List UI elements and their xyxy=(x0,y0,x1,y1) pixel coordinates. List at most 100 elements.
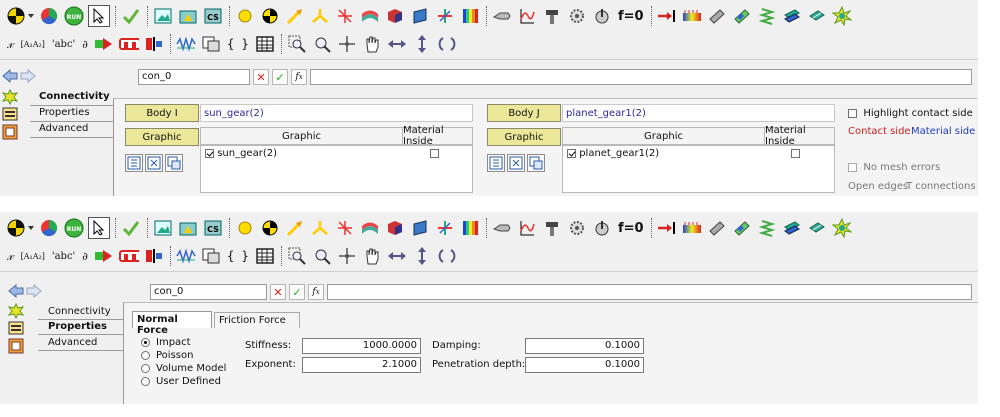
check-icon[interactable] xyxy=(121,218,141,238)
force-arrow-icon[interactable] xyxy=(657,218,677,238)
zoom-box-icon[interactable] xyxy=(287,34,307,54)
string-icon[interactable]: 'abc' xyxy=(51,34,76,54)
ruler-icon[interactable] xyxy=(682,218,702,238)
arrow-icon[interactable] xyxy=(285,6,305,26)
folder-icon[interactable] xyxy=(178,218,198,238)
waveform-icon[interactable] xyxy=(176,246,196,266)
radio-user-defined[interactable]: User Defined xyxy=(141,376,221,387)
star-icon[interactable] xyxy=(831,6,852,26)
color-wheel-icon[interactable] xyxy=(39,6,59,26)
back-arrow-icon[interactable] xyxy=(8,283,24,299)
pan-hand-icon[interactable] xyxy=(362,246,382,266)
radio-impact-indicator[interactable] xyxy=(141,337,150,347)
center-icon[interactable] xyxy=(337,34,357,54)
plane-icon[interactable] xyxy=(410,6,430,26)
templates-icon[interactable] xyxy=(201,34,221,54)
pump-icon[interactable] xyxy=(492,6,512,26)
point-icon[interactable] xyxy=(235,6,255,26)
graph-icon[interactable] xyxy=(517,218,537,238)
spring-icon[interactable] xyxy=(335,6,355,26)
solid-icon[interactable] xyxy=(385,6,405,26)
tab-connectivity[interactable]: Connectivity xyxy=(37,91,110,106)
expression-builder-button[interactable]: fx xyxy=(291,69,307,85)
radio-poisson-indicator[interactable] xyxy=(141,350,150,360)
script-icon[interactable]: 𝓍 xyxy=(6,34,15,54)
exponent-field[interactable]: 2.1000 xyxy=(302,357,421,373)
cs-icon[interactable]: CS xyxy=(203,6,223,26)
graphic-i-button[interactable]: Graphic xyxy=(125,128,199,146)
plate-icon[interactable] xyxy=(782,6,802,26)
f0-icon[interactable]: f=0 xyxy=(617,218,645,238)
beam-icon[interactable] xyxy=(732,218,752,238)
entity-name-field[interactable]: con_0 xyxy=(138,69,250,85)
accept-button[interactable]: ✓ xyxy=(289,284,305,300)
spring-icon[interactable] xyxy=(335,218,355,238)
stiffness-field[interactable]: 1000.0000 xyxy=(302,338,421,354)
table-icon[interactable] xyxy=(255,246,275,266)
axes-icon[interactable] xyxy=(435,218,455,238)
back-arrow-icon[interactable] xyxy=(2,68,18,84)
subtab-normal-force[interactable]: Normal Force xyxy=(132,311,212,336)
select-graphic-icon[interactable] xyxy=(165,154,183,172)
joint-icon[interactable] xyxy=(310,6,330,26)
plate-icon[interactable] xyxy=(782,218,802,238)
force-arrow-icon[interactable] xyxy=(657,6,677,26)
check-icon[interactable] xyxy=(121,6,141,26)
contour-icon[interactable] xyxy=(460,6,480,26)
green-arrow-icon[interactable] xyxy=(94,34,114,54)
arrow-icon[interactable] xyxy=(285,218,305,238)
green-arrow-icon[interactable] xyxy=(94,246,114,266)
axes-icon[interactable] xyxy=(435,6,455,26)
tape-icon[interactable] xyxy=(119,34,139,54)
forward-arrow-icon[interactable] xyxy=(26,283,42,299)
color-wheel-icon[interactable] xyxy=(39,218,59,238)
beam-icon[interactable] xyxy=(732,6,752,26)
plate-icon[interactable] xyxy=(807,6,827,26)
horizontal-arrows-icon[interactable] xyxy=(387,246,407,266)
tab-advanced[interactable]: Advanced xyxy=(37,123,88,138)
material-inside-checkbox[interactable] xyxy=(791,149,800,158)
marker-icon[interactable] xyxy=(260,6,280,26)
radio-volume-model-indicator[interactable] xyxy=(141,363,150,373)
split-icon[interactable] xyxy=(144,34,164,54)
ruler-icon[interactable] xyxy=(682,6,702,26)
center-icon[interactable] xyxy=(337,246,357,266)
braces-icon[interactable]: { } xyxy=(226,246,250,266)
vertical-arrows-icon[interactable] xyxy=(412,34,432,54)
zoom-icon[interactable] xyxy=(312,34,332,54)
zoom-icon[interactable] xyxy=(312,246,332,266)
body-i-button[interactable]: Body I xyxy=(125,104,199,122)
expression-field[interactable] xyxy=(327,284,972,300)
bracket-text-icon[interactable]: [A₁A₂] xyxy=(20,34,46,54)
vertical-arrows-icon[interactable] xyxy=(412,246,432,266)
list-item[interactable]: sun_gear(2) xyxy=(205,148,277,159)
point-icon[interactable] xyxy=(235,218,255,238)
body-j-field[interactable]: planet_gear1(2) xyxy=(562,104,835,122)
highlight-contact-side-checkbox[interactable] xyxy=(848,108,857,118)
spring-icon[interactable] xyxy=(757,6,777,26)
joint-tool-icon[interactable] xyxy=(542,218,562,238)
image-icon[interactable] xyxy=(153,218,173,238)
radio-poisson[interactable]: Poisson xyxy=(141,350,193,361)
surface-icon[interactable] xyxy=(360,6,380,26)
f0-icon[interactable]: f=0 xyxy=(617,6,645,26)
cs-icon[interactable]: CS xyxy=(203,218,223,238)
templates-icon[interactable] xyxy=(201,246,221,266)
add-graphic-icon[interactable] xyxy=(125,154,143,172)
derivative-icon[interactable]: ∂ xyxy=(81,34,89,54)
table-icon[interactable] xyxy=(255,34,275,54)
gear-icon[interactable] xyxy=(567,6,587,26)
radio-volume-model[interactable]: Volume Model xyxy=(141,363,226,374)
accept-button[interactable]: ✓ xyxy=(272,69,288,85)
string-icon[interactable]: 'abc' xyxy=(51,246,76,266)
select-graphic-icon[interactable] xyxy=(527,154,545,172)
radio-impact[interactable]: Impact xyxy=(141,337,191,348)
penetration-depth-field[interactable]: 0.1000 xyxy=(525,357,644,373)
contour-icon[interactable] xyxy=(460,218,480,238)
forward-arrow-icon[interactable] xyxy=(20,68,36,84)
pump-icon[interactable] xyxy=(492,218,512,238)
spring-icon[interactable] xyxy=(757,218,777,238)
remove-graphic-icon[interactable] xyxy=(145,154,163,172)
surface-icon[interactable] xyxy=(360,218,380,238)
split-icon[interactable] xyxy=(144,246,164,266)
